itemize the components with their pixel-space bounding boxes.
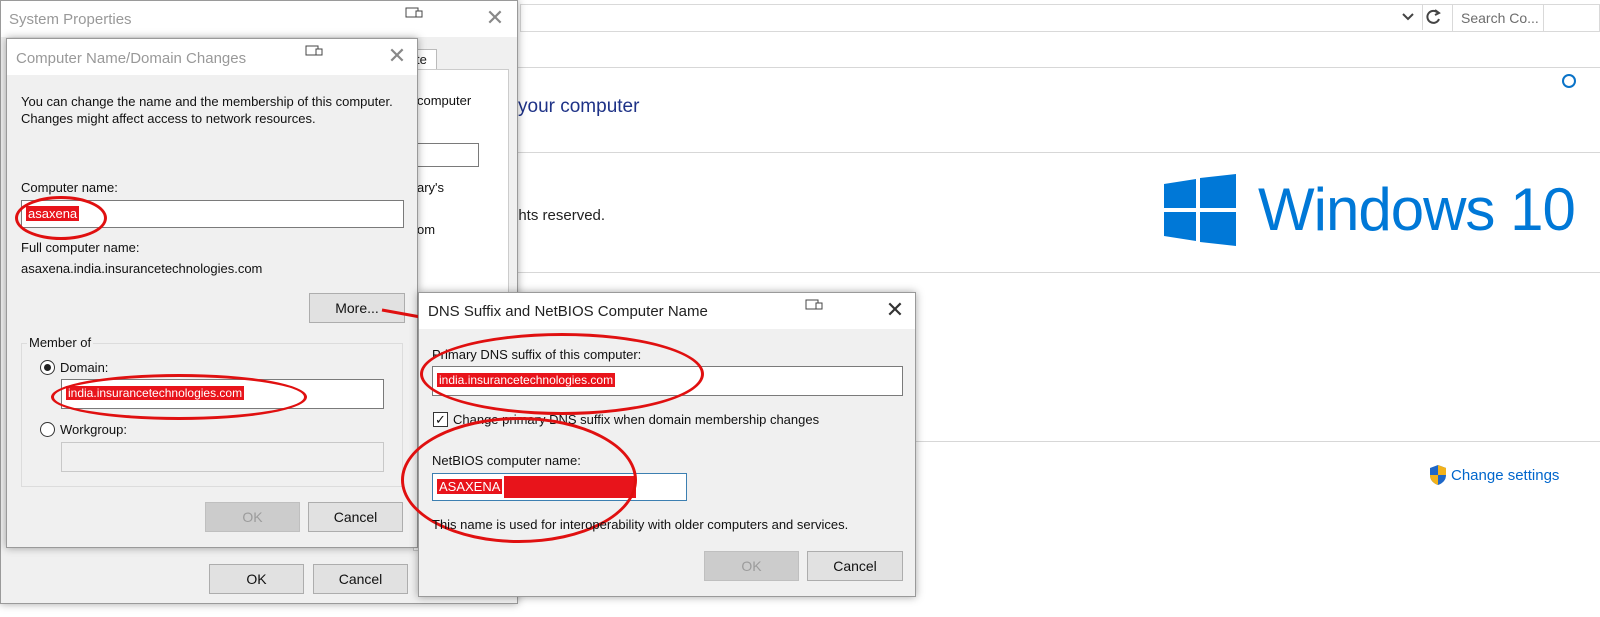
cancel-button[interactable]: Cancel bbox=[308, 502, 403, 532]
ok-button[interactable]: OK bbox=[704, 551, 799, 581]
partial-text: ary's bbox=[417, 180, 445, 195]
full-computer-name-label: Full computer name: bbox=[21, 240, 140, 255]
divider bbox=[518, 152, 1600, 153]
partial-text: om bbox=[417, 222, 436, 237]
refresh-icon[interactable] bbox=[1422, 4, 1445, 30]
cancel-button[interactable]: Cancel bbox=[313, 564, 408, 594]
divider bbox=[518, 272, 1600, 273]
annotation-circle bbox=[420, 333, 704, 415]
titlebar[interactable]: DNS Suffix and NetBIOS Computer Name ✕ bbox=[419, 293, 915, 329]
search-input[interactable]: Search Co... bbox=[1452, 4, 1600, 32]
divider bbox=[518, 67, 1600, 68]
titlebar[interactable]: System Properties ✕ bbox=[1, 1, 517, 37]
windows-logo-icon bbox=[1164, 174, 1236, 246]
help-icon[interactable] bbox=[1562, 74, 1576, 88]
change-settings-link[interactable]: Change settings bbox=[1428, 464, 1559, 486]
computer-name-label: Computer name: bbox=[21, 180, 118, 195]
partial-text: computer bbox=[417, 93, 472, 108]
info-text: This name is used for interoperability w… bbox=[432, 517, 849, 532]
window-snap-icon[interactable] bbox=[805, 299, 823, 311]
dialog-title: System Properties bbox=[9, 11, 132, 28]
cancel-button[interactable]: Cancel bbox=[807, 551, 903, 581]
member-of-label: Member of bbox=[27, 335, 94, 350]
domain-radio[interactable] bbox=[40, 360, 55, 375]
ok-button[interactable]: OK bbox=[205, 502, 300, 532]
window-snap-icon[interactable] bbox=[305, 45, 323, 57]
dialog-title: Computer Name/Domain Changes bbox=[16, 50, 247, 67]
close-icon[interactable]: ✕ bbox=[377, 39, 417, 75]
computer-name-dialog: Computer Name/Domain Changes ✕ You can c… bbox=[6, 38, 418, 548]
annotation-circle bbox=[15, 196, 107, 240]
close-icon[interactable]: ✕ bbox=[875, 293, 915, 329]
domain-label: Domain: bbox=[60, 360, 109, 375]
workgroup-label: Workgroup: bbox=[60, 422, 127, 437]
full-computer-name-value: asaxena.india.insurancetechnologies.com bbox=[21, 261, 263, 276]
annotation-circle bbox=[51, 374, 307, 420]
workgroup-field[interactable] bbox=[61, 442, 384, 472]
change-settings-label[interactable]: Change settings bbox=[1451, 467, 1559, 484]
ok-button[interactable]: OK bbox=[209, 564, 304, 594]
windows-logo-text: Windows 10 bbox=[1258, 176, 1576, 243]
description-text: You can change the name and the membersh… bbox=[21, 94, 393, 126]
copyright-text: ghts reserved. bbox=[510, 207, 606, 224]
dialog-title: DNS Suffix and NetBIOS Computer Name bbox=[428, 303, 708, 320]
dns-suffix-dialog: DNS Suffix and NetBIOS Computer Name ✕ P… bbox=[401, 292, 916, 597]
shield-icon bbox=[1430, 465, 1446, 485]
description-input[interactable] bbox=[417, 143, 479, 167]
address-bar[interactable] bbox=[520, 4, 1544, 32]
change-suffix-checkbox[interactable]: ✓ bbox=[433, 412, 448, 427]
page-heading: your computer bbox=[518, 96, 640, 117]
titlebar[interactable]: Computer Name/Domain Changes ✕ bbox=[7, 39, 417, 75]
close-icon[interactable]: ✕ bbox=[475, 1, 515, 37]
workgroup-radio[interactable] bbox=[40, 422, 55, 437]
window-snap-icon[interactable] bbox=[405, 7, 423, 19]
chevron-down-icon[interactable] bbox=[1400, 6, 1418, 28]
